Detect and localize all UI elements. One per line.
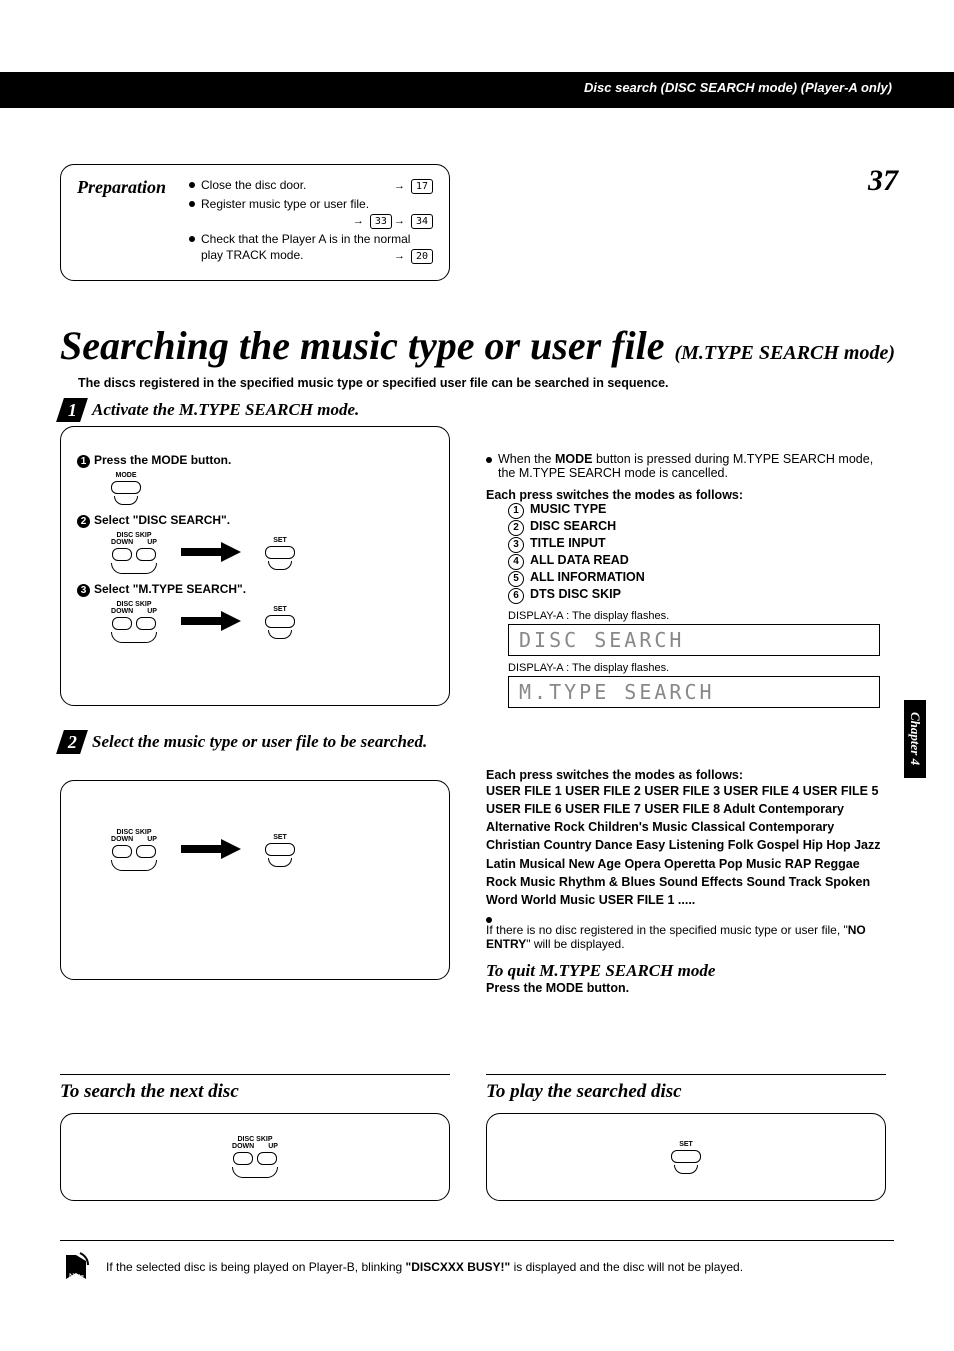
- title-sub: (M.TYPE SEARCH mode): [674, 342, 895, 364]
- bullet-icon: [189, 201, 195, 207]
- quit-heading: To quit M.TYPE SEARCH mode: [486, 961, 886, 981]
- mode-item: DTS DISC SKIP: [530, 587, 621, 601]
- step-number-1: 1: [56, 398, 88, 422]
- step2-title: Select the music type or user file to be…: [92, 730, 427, 754]
- display-label: DISPLAY-A : The display flashes.: [508, 610, 886, 622]
- arrow-icon: [181, 540, 241, 567]
- disc-skip-button-icon: DISC SKIP DOWNUP: [111, 532, 157, 574]
- prep-item: Register music type or user file.: [201, 197, 369, 211]
- page-ref: 33: [370, 214, 392, 229]
- genre-block: Each press switches the modes as follows…: [486, 768, 886, 995]
- arrow-icon: [181, 609, 241, 636]
- step-number-2: 2: [56, 730, 88, 754]
- page-ref: 34: [411, 214, 433, 229]
- mode-note-pre: When the: [498, 452, 555, 466]
- mode-note-mode: MODE: [555, 452, 593, 466]
- quit-body: Press the MODE button.: [486, 981, 886, 995]
- foot-left-box: DISC SKIP DOWNUP: [60, 1113, 450, 1201]
- note-icon: Note: [60, 1251, 92, 1283]
- substep-1: Press the MODE button.: [94, 453, 231, 467]
- step2-heading: 2 Select the music type or user file to …: [60, 730, 450, 754]
- note-text-post: is displayed and the disc will not be pl…: [510, 1260, 743, 1274]
- display-label: DISPLAY-A : The display flashes.: [508, 662, 886, 674]
- disc-skip-button-icon: DISC SKIP DOWNUP: [111, 829, 157, 871]
- no-entry-pre: If there is no disc registered in the sp…: [486, 923, 848, 937]
- page-number: 37: [868, 164, 898, 198]
- step2-panel: DISC SKIP DOWNUP SET: [60, 780, 450, 980]
- title-main: Searching the music type or user file: [60, 323, 664, 368]
- lead-text: The discs registered in the specified mu…: [78, 376, 669, 390]
- step1-title: Activate the M.TYPE SEARCH mode.: [92, 398, 359, 422]
- genre-list: USER FILE 1 USER FILE 2 USER FILE 3 USER…: [486, 782, 886, 909]
- mode-item: ALL DATA READ: [530, 553, 629, 567]
- mode-item: DISC SEARCH: [530, 519, 616, 533]
- chapter-tab: Chapter 4: [904, 700, 926, 778]
- bullet-icon: [189, 182, 195, 188]
- foot-search-next: To search the next disc DISC SKIP DOWNUP: [60, 1074, 450, 1201]
- preparation-box: Preparation Close the disc door. →17 Reg…: [60, 164, 450, 281]
- no-entry-post: " will be displayed.: [526, 937, 624, 951]
- genre-switch-label: Each press switches the modes as follows…: [486, 768, 886, 782]
- foot-play-disc: To play the searched disc SET: [486, 1074, 886, 1201]
- arrow-icon: [181, 837, 241, 864]
- foot-left-title: To search the next disc: [60, 1074, 450, 1103]
- mode-switch-label: Each press switches the modes as follows…: [486, 488, 886, 502]
- foot-right-box: SET: [486, 1113, 886, 1201]
- disc-skip-button-icon: DISC SKIP DOWNUP: [232, 1136, 278, 1178]
- mode-list: 1MUSIC TYPE 2DISC SEARCH 3TITLE INPUT 4A…: [486, 502, 886, 604]
- step1-heading: 1 Activate the M.TYPE SEARCH mode.: [60, 398, 359, 422]
- note-text-pre: If the selected disc is being played on …: [106, 1260, 406, 1274]
- bullet-icon: [486, 457, 492, 463]
- mode-button-icon: MODE: [111, 472, 141, 505]
- set-button-icon: SET: [265, 537, 295, 570]
- preparation-body: Close the disc door. →17 Register music …: [189, 177, 433, 264]
- header-title: Disc search (DISC SEARCH mode) (Player-A…: [584, 80, 892, 95]
- set-button-icon: SET: [265, 606, 295, 639]
- step1-panel: 1Press the MODE button. MODE 2Select "DI…: [60, 426, 450, 706]
- substep-3: Select "M.TYPE SEARCH".: [94, 582, 246, 596]
- prep-item: Check that the Player A is in the normal…: [201, 232, 410, 262]
- prep-item: Close the disc door.: [201, 178, 306, 192]
- page-ref: 17: [411, 179, 433, 194]
- lcd-display-2: M.TYPE SEARCH: [508, 676, 880, 708]
- foot-right-title: To play the searched disc: [486, 1074, 886, 1103]
- set-button-icon: SET: [265, 834, 295, 867]
- page-ref: 20: [411, 249, 433, 264]
- preparation-title: Preparation: [77, 177, 166, 198]
- mode-info-block: When the MODE button is pressed during M…: [486, 452, 886, 708]
- disc-skip-set-row: DISC SKIP DOWNUP SET: [111, 829, 429, 871]
- mode-item: TITLE INPUT: [530, 536, 606, 550]
- mode-item: MUSIC TYPE: [530, 502, 606, 516]
- note-text-bold: "DISCXXX BUSY!": [406, 1260, 511, 1274]
- page-title: Searching the music type or user file (M…: [60, 326, 898, 366]
- note-row: Note If the selected disc is being playe…: [60, 1240, 894, 1283]
- header-band: Disc search (DISC SEARCH mode) (Player-A…: [0, 72, 954, 108]
- mode-item: ALL INFORMATION: [530, 570, 645, 584]
- disc-skip-set-row: DISC SKIP DOWNUP SET: [111, 532, 429, 574]
- lcd-display-1: DISC SEARCH: [508, 624, 880, 656]
- disc-skip-set-row: DISC SKIP DOWNUP SET: [111, 601, 429, 643]
- bullet-icon: [189, 236, 195, 242]
- substep-2: Select "DISC SEARCH".: [94, 513, 230, 527]
- disc-skip-button-icon: DISC SKIP DOWNUP: [111, 601, 157, 643]
- set-button-icon: SET: [671, 1141, 701, 1174]
